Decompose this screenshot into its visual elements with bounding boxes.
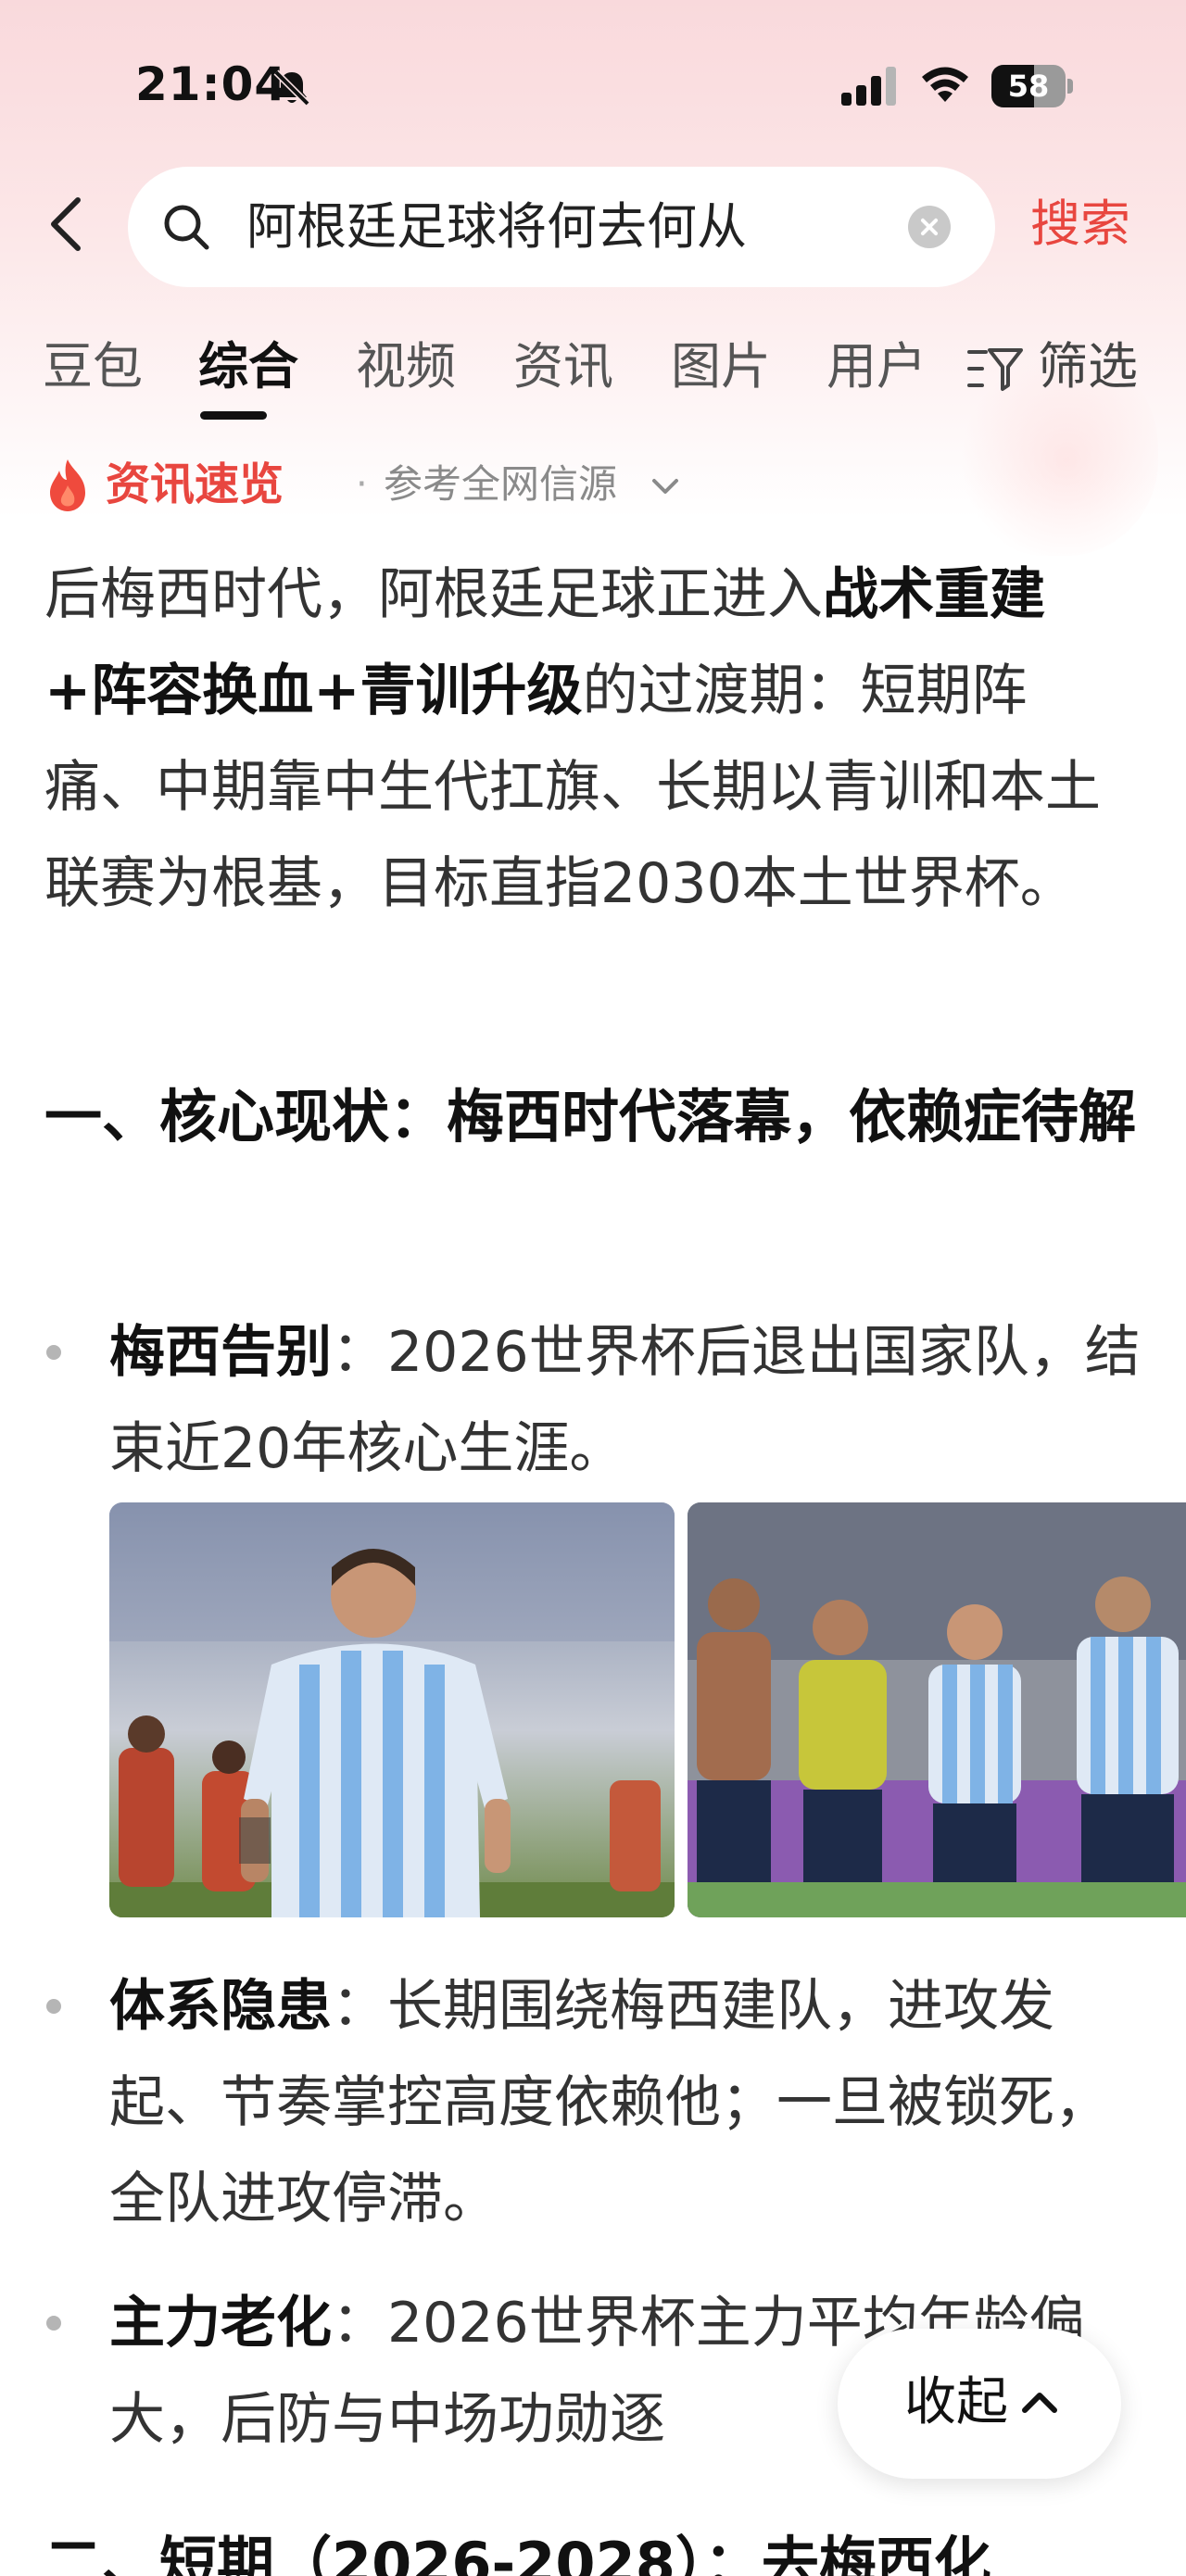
fire-icon: [50, 459, 85, 511]
search-query[interactable]: 阿根廷足球将何去何从: [246, 196, 747, 258]
filter-icon[interactable]: [965, 345, 1025, 393]
chevron-down-icon[interactable]: [649, 472, 682, 500]
back-button[interactable]: [41, 191, 96, 258]
tab-item[interactable]: 视频: [356, 333, 456, 400]
tab-item[interactable]: 资讯: [513, 333, 613, 400]
search-button[interactable]: 搜索: [1030, 193, 1130, 256]
search-icon: [164, 205, 209, 250]
list-item: 梅西告别：2026世界杯后退出国家队，结束近20年核心生涯。: [109, 1320, 1141, 1481]
tab-item[interactable]: 豆包: [43, 333, 143, 400]
section-heading-2: 二、短期（2026-2028）：去梅西化: [44, 2530, 991, 2576]
digest-title: 资讯速览: [106, 459, 284, 510]
list-item: 体系隐患：长期围绕梅西建队，进攻发起、节奏掌控高度依赖他；一旦被锁死，全队进攻停…: [109, 1974, 1110, 2231]
chevron-up-icon: [1022, 2393, 1057, 2413]
active-tab-indicator: [200, 411, 267, 420]
battery-level: 58: [1007, 69, 1050, 104]
search-input[interactable]: 阿根廷足球将何去何从: [128, 167, 995, 287]
filter-button[interactable]: 筛选: [1038, 333, 1138, 400]
section-heading-1: 一、核心现状：梅西时代落幕，依赖症待解: [44, 1083, 1137, 1150]
team-photo[interactable]: [688, 1502, 1186, 1917]
tab-item[interactable]: 用户: [826, 333, 927, 400]
collapse-button[interactable]: 收起: [838, 2329, 1121, 2479]
digest-source[interactable]: 参考全网信源: [384, 456, 617, 513]
clear-icon[interactable]: [908, 206, 951, 248]
wifi-icon: [922, 67, 968, 102]
intro-paragraph: 后梅西时代，阿根廷足球正进入战术重建+阵容换血+青训升级的过渡期：短期阵痛、中期…: [44, 562, 1101, 916]
bell-muted-icon: [273, 69, 310, 107]
status-bar: 21:04 58: [0, 0, 1186, 171]
bullet-dot: [46, 1345, 61, 1360]
bullet-dot: [46, 2316, 61, 2331]
collapse-label: 收起: [904, 2372, 1008, 2432]
battery-indicator: 58: [991, 65, 1073, 107]
tab-item[interactable]: 图片: [671, 333, 771, 400]
messi-photo[interactable]: [109, 1502, 675, 1917]
tab-item[interactable]: 综合: [198, 333, 298, 400]
cellular-signal-icon: [841, 67, 896, 106]
article-body: 后梅西时代，阿根廷足球正进入战术重建+阵容换血+青训升级的过渡期：短期阵痛、中期…: [44, 547, 1138, 932]
digest-header[interactable]: 资讯速览 · 参考全网信源: [44, 454, 786, 519]
status-time: 21:04: [135, 57, 288, 111]
digest-separator: ·: [356, 463, 368, 506]
bullet-dot: [46, 1999, 61, 2014]
